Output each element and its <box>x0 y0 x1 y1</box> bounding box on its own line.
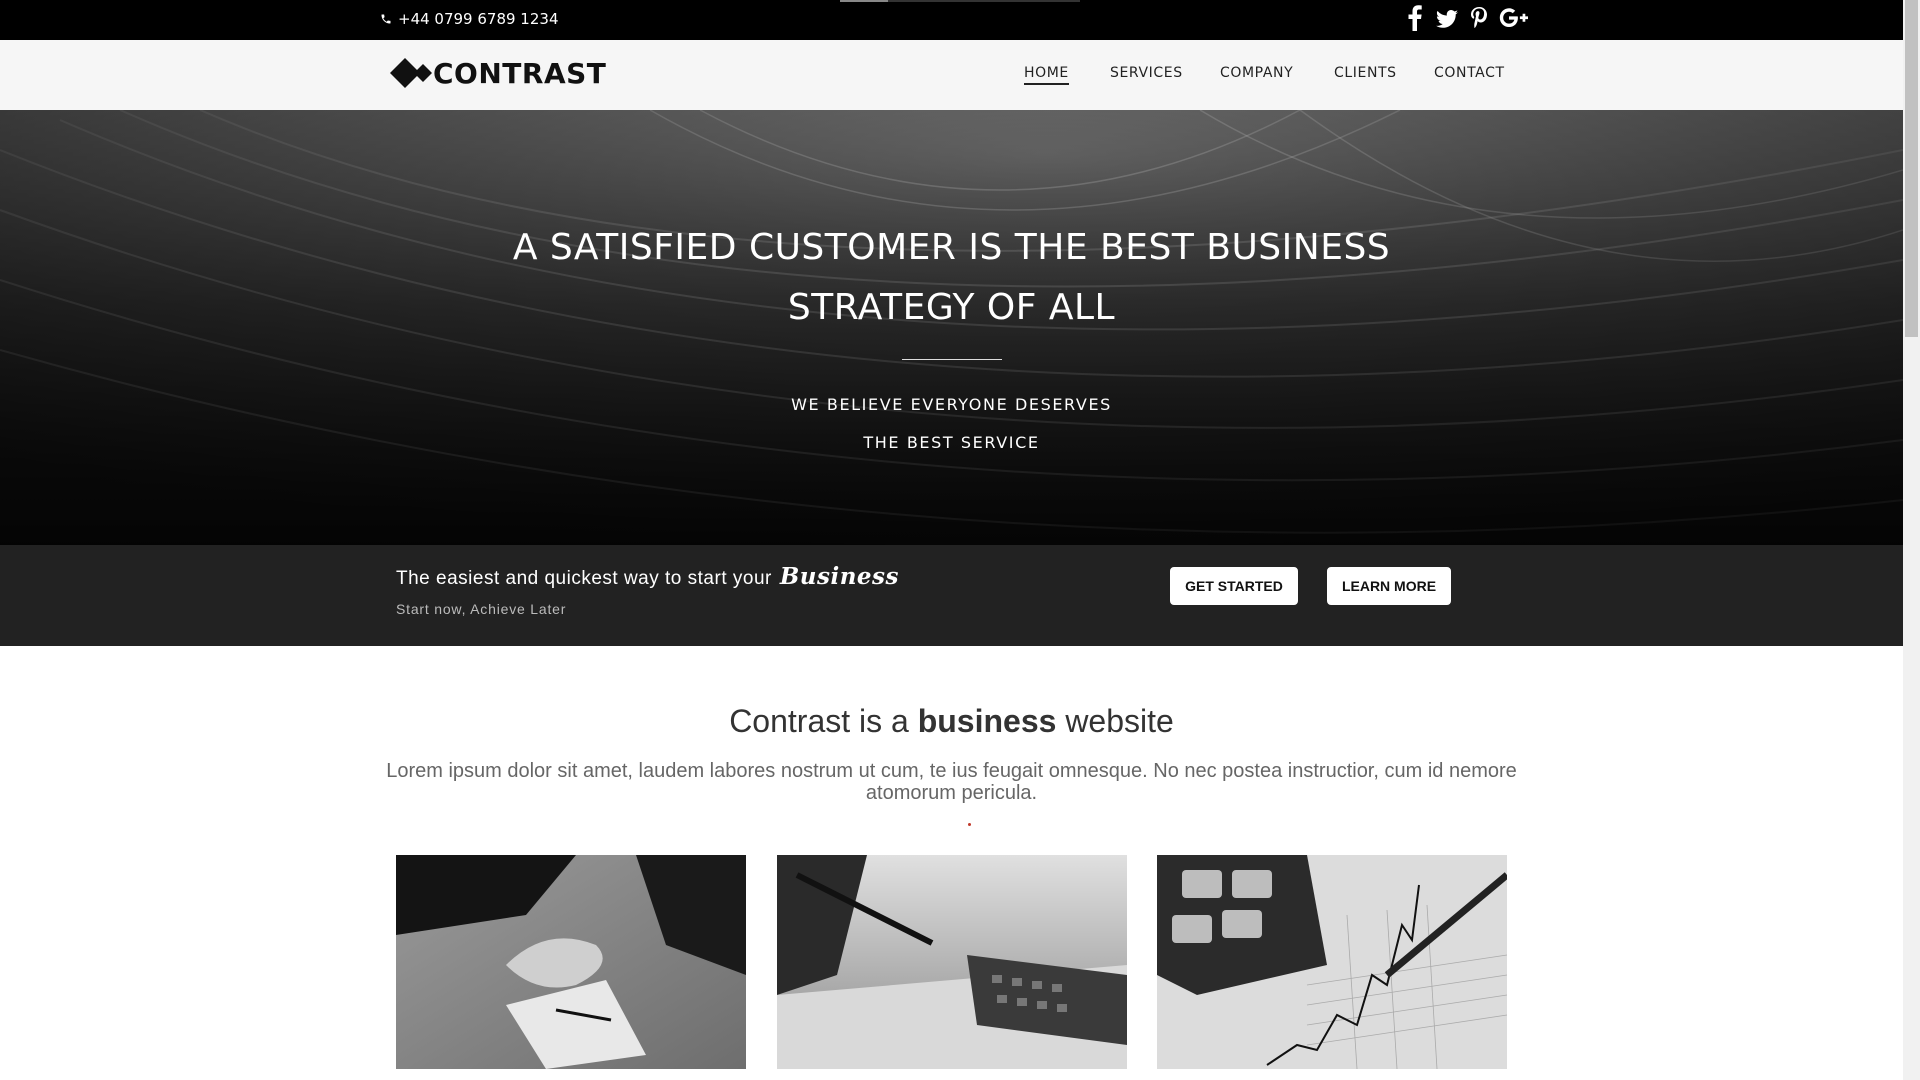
scrollbar-thumb[interactable] <box>1905 0 1918 337</box>
cta-band: The easiest and quickest way to start yo… <box>0 545 1903 646</box>
cta-subtext: Start now, Achieve Later <box>396 601 567 617</box>
nav-services[interactable]: SERVICES <box>1110 65 1183 81</box>
cta-text: The easiest and quickest way to start yo… <box>396 568 772 589</box>
cta-headline: The easiest and quickest way to start yo… <box>396 563 899 590</box>
pinterest-icon[interactable] <box>1469 4 1489 32</box>
logo-text: CONTRAST <box>433 56 607 90</box>
nav-clients[interactable]: CLIENTS <box>1334 65 1397 81</box>
site-header: CONTRAST HOME SERVICES COMPANY CLIENTS C… <box>0 40 1903 111</box>
intro-title: Contrast is a business website <box>0 703 1903 740</box>
google-plus-icon[interactable] <box>1499 4 1529 32</box>
top-accent-highlight <box>840 0 888 2</box>
hero-divider <box>902 359 1002 360</box>
nav-contact[interactable]: CONTACT <box>1434 65 1505 81</box>
page-scrollbar[interactable] <box>1903 0 1920 1080</box>
hero-banner: A SATISFIED CUSTOMER IS THE BEST BUSINES… <box>0 110 1903 546</box>
phone-icon <box>381 14 391 24</box>
hero-subtitle: WE BELIEVE EVERYONE DESERVES THE BEST SE… <box>0 386 1903 462</box>
nav-home[interactable]: HOME <box>1024 65 1069 85</box>
diamond-logo-icon <box>390 58 432 88</box>
twitter-icon[interactable] <box>1435 4 1459 32</box>
intro-text: Lorem ipsum dolor sit amet, laudem labor… <box>386 760 1517 804</box>
intro-title-suffix: website <box>1065 703 1174 739</box>
logo[interactable]: CONTRAST <box>390 54 606 92</box>
intro-title-bold: business <box>917 703 1057 739</box>
social-links <box>1405 4 1529 32</box>
hero-title: A SATISFIED CUSTOMER IS THE BEST BUSINES… <box>0 218 1903 338</box>
pen-calculator-image[interactable] <box>777 855 1127 1069</box>
hero-subtitle-line-1: WE BELIEVE EVERYONE DESERVES <box>791 395 1112 414</box>
hero-subtitle-line-2: THE BEST SERVICE <box>863 433 1040 452</box>
handshake-image[interactable] <box>396 855 746 1069</box>
calculator-chart-illustration <box>1157 855 1507 1069</box>
learn-more-button[interactable]: LEARN MORE <box>1327 567 1451 605</box>
nav-company[interactable]: COMPANY <box>1220 65 1293 81</box>
top-bar: +44 0799 6789 1234 <box>0 0 1903 40</box>
hero-title-line-1: A SATISFIED CUSTOMER IS THE BEST BUSINES… <box>512 227 1391 268</box>
intro-title-prefix: Contrast is a <box>729 703 909 739</box>
hero-title-line-2: STRATEGY OF ALL <box>787 287 1116 328</box>
accent-dot <box>968 823 971 826</box>
cta-emphasis: Business <box>779 563 899 590</box>
facebook-icon[interactable] <box>1405 4 1425 32</box>
get-started-button[interactable]: GET STARTED <box>1170 567 1298 605</box>
handshake-illustration <box>396 855 746 1069</box>
calculator-chart-image[interactable] <box>1157 855 1507 1069</box>
pen-calculator-illustration <box>777 855 1127 1069</box>
phone-contact[interactable]: +44 0799 6789 1234 <box>380 10 558 28</box>
phone-number: +44 0799 6789 1234 <box>398 10 559 28</box>
